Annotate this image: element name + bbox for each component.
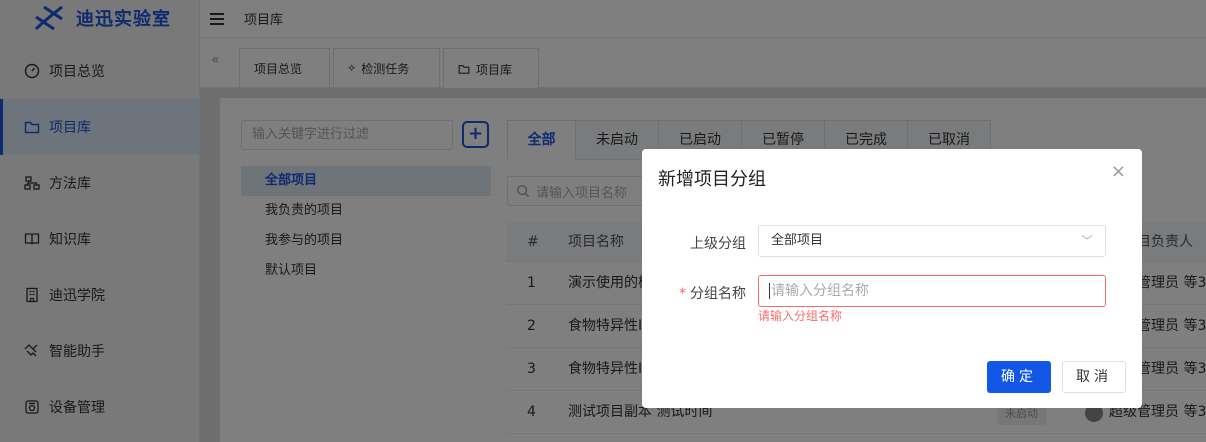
parent-group-select[interactable]: 全部项目 ﹀: [758, 225, 1106, 257]
input-placeholder: 请输入分组名称: [771, 283, 869, 299]
chevron-down-icon: ﹀: [1080, 234, 1093, 248]
label-text: 分组名称: [690, 286, 746, 302]
cancel-button[interactable]: 取消: [1062, 361, 1126, 393]
text-caret: [769, 283, 770, 299]
confirm-button[interactable]: 确定: [987, 361, 1051, 393]
validation-error: 请输入分组名称: [758, 309, 843, 323]
required-mark: *: [679, 286, 686, 302]
add-group-dialog: 新增项目分组 × 上级分组 全部项目 ﹀ * 分组名称 请输入分组名称 请输入分组…: [642, 149, 1142, 408]
close-icon[interactable]: ×: [1111, 161, 1126, 182]
dialog-title: 新增项目分组: [658, 169, 766, 190]
group-name-input[interactable]: 请输入分组名称: [758, 275, 1106, 307]
parent-group-label: 上级分组: [690, 236, 746, 252]
select-value: 全部项目: [771, 233, 824, 248]
group-name-label: * 分组名称: [656, 283, 746, 303]
